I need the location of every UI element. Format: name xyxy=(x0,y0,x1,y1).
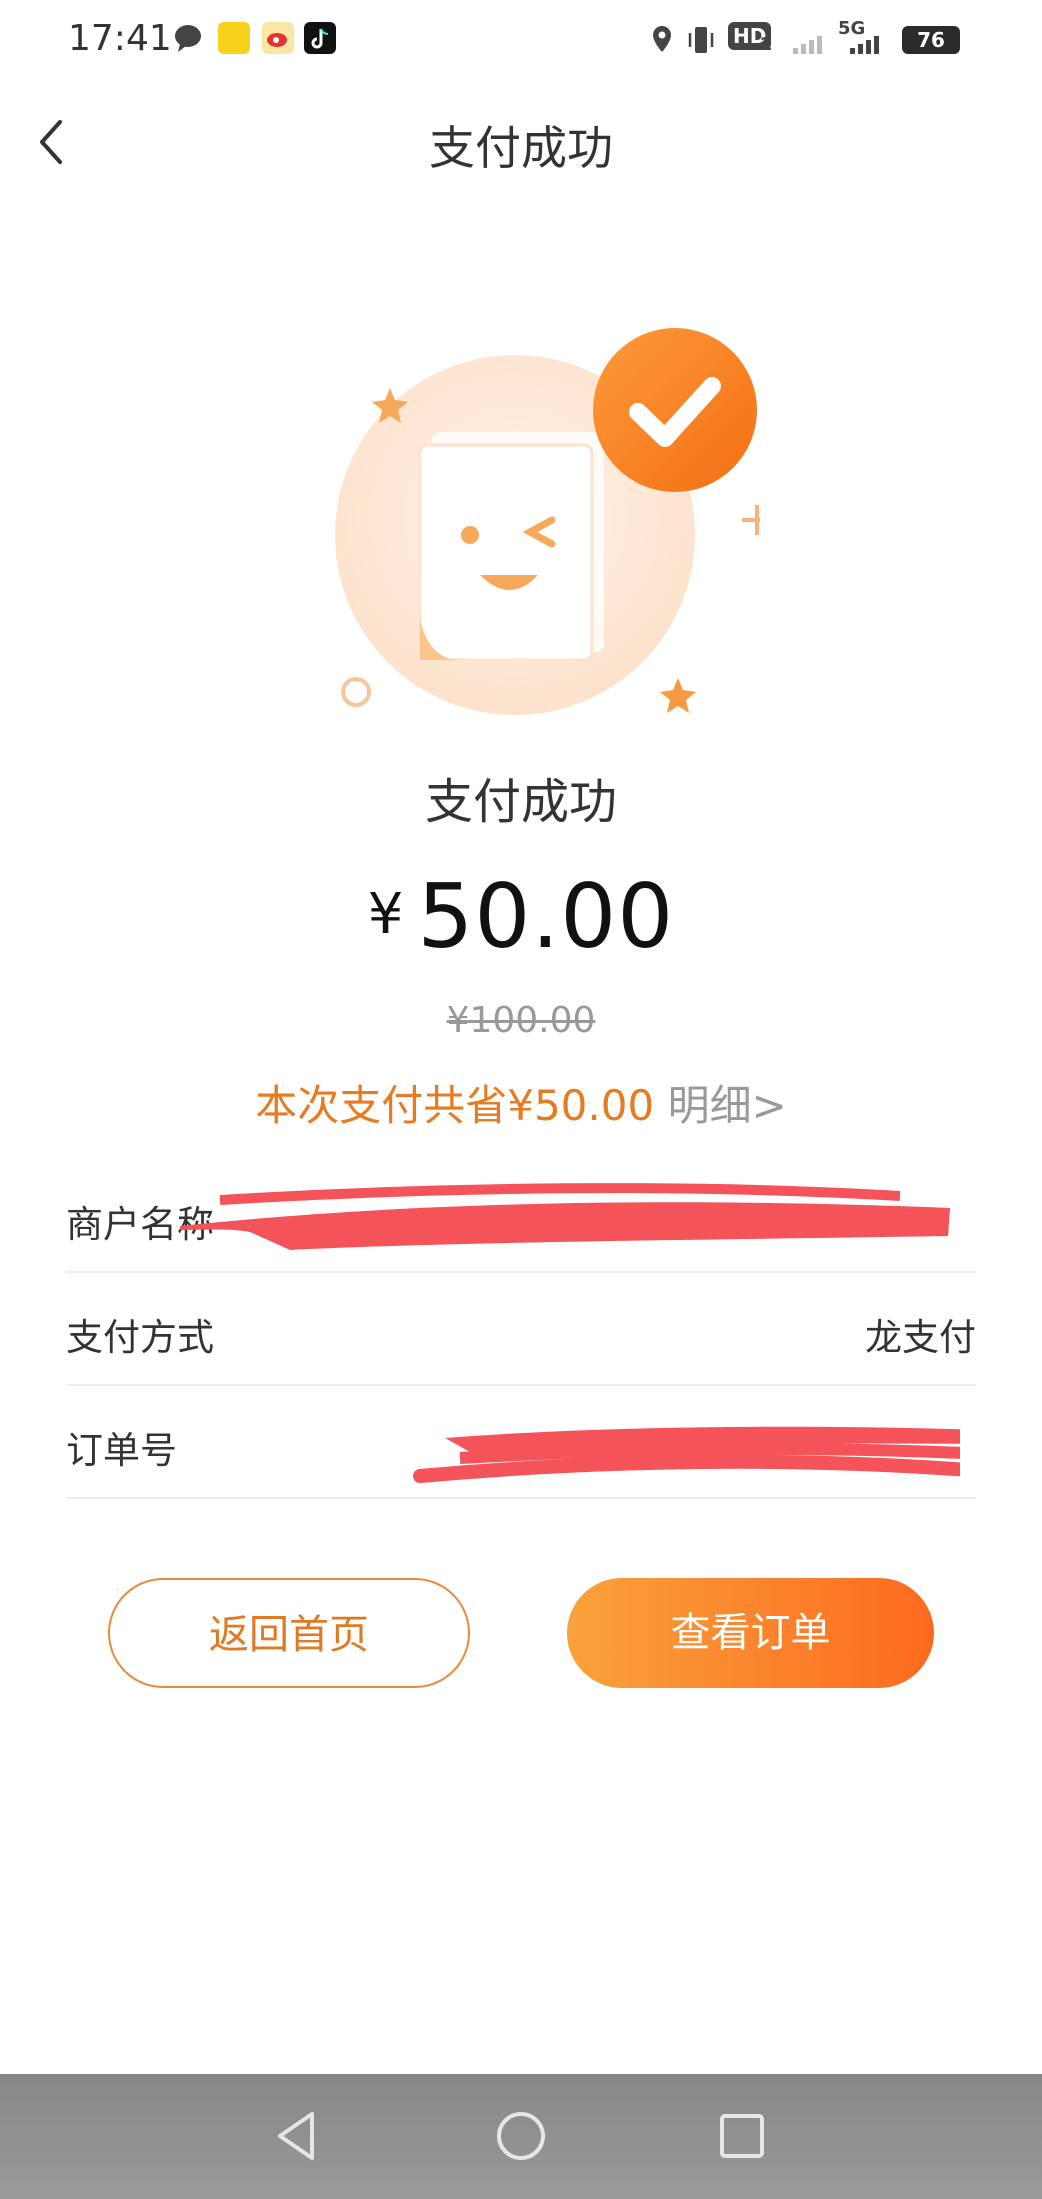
news-app-icon xyxy=(218,22,250,54)
payment-method-value: 龙支付 xyxy=(865,1316,976,1359)
signal-icon-weak xyxy=(792,30,826,60)
battery-level: 76 xyxy=(902,26,960,54)
payment-method-label: 支付方式 xyxy=(66,1316,214,1359)
vibrate-icon xyxy=(686,24,716,60)
merchant-name-row: 商户名称 xyxy=(66,1158,976,1273)
savings-text: 本次支付共省¥50.00 xyxy=(255,1081,655,1130)
chevron-left-icon xyxy=(40,120,62,164)
message-icon xyxy=(172,22,204,54)
weibo-icon xyxy=(262,22,294,54)
payment-method-row: 支付方式 龙支付 xyxy=(66,1271,976,1386)
original-price: ¥100.00 xyxy=(446,1000,596,1041)
back-button[interactable] xyxy=(30,112,80,172)
triangle-back-icon xyxy=(278,2112,314,2160)
nav-recents-button[interactable] xyxy=(710,2104,774,2168)
redaction-scribble xyxy=(180,1183,950,1250)
nav-home-button[interactable] xyxy=(489,2104,553,2168)
payment-success-illustration xyxy=(320,320,772,740)
status-bar: 17:41 HD 2 5G 76 xyxy=(0,0,1042,84)
view-order-button[interactable]: 查看订单 xyxy=(567,1578,934,1688)
order-number-row: 订单号 xyxy=(66,1384,976,1499)
payment-status-label: 支付成功 xyxy=(424,774,617,830)
redaction-scribble xyxy=(413,1426,960,1483)
savings-detail-link[interactable]: 明细> xyxy=(668,1081,787,1130)
page-title: 支付成功 xyxy=(429,121,613,175)
system-nav-bar xyxy=(0,2074,1042,2199)
status-time: 17:41 xyxy=(68,18,172,59)
signal-icon xyxy=(840,30,886,60)
payment-amount: ¥50.00 xyxy=(0,865,1042,968)
currency-symbol: ¥ xyxy=(367,882,404,947)
nav-back-button[interactable] xyxy=(266,2104,330,2168)
circle-home-icon xyxy=(497,2112,545,2160)
savings-line: 本次支付共省¥50.00 明细> xyxy=(0,1072,1042,1133)
amount-value: 50.00 xyxy=(417,865,675,968)
square-recents-icon xyxy=(720,2114,764,2158)
back-to-home-button[interactable]: 返回首页 xyxy=(108,1578,470,1688)
location-icon xyxy=(650,24,674,60)
hd-sub: 2 xyxy=(760,34,773,55)
tiktok-icon xyxy=(304,22,336,54)
